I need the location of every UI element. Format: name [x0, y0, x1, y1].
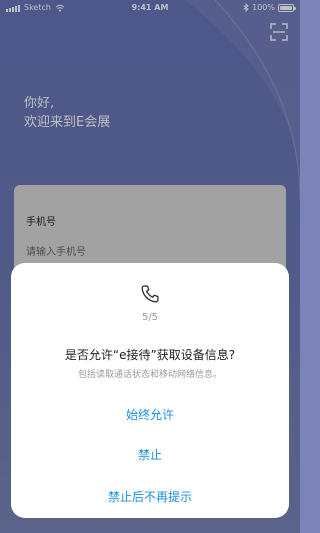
dialog-subtitle: 包括读取通话状态和移动网络信息。 — [77, 370, 222, 380]
permission-count: 5/5 — [141, 312, 159, 323]
deny-button[interactable]: 禁止 — [11, 446, 289, 463]
allow-always-button[interactable]: 始终允许 — [11, 406, 289, 423]
deny-never-ask-button[interactable]: 禁止后不再提示 — [11, 488, 289, 505]
dialog-title: 是否允许“e接待”获取设备信息? — [64, 348, 236, 362]
permission-dialog: 5/5 是否允许“e接待”获取设备信息? 包括读取通话状态和移动网络信息。 始终… — [11, 263, 289, 518]
phone-icon — [141, 285, 159, 303]
